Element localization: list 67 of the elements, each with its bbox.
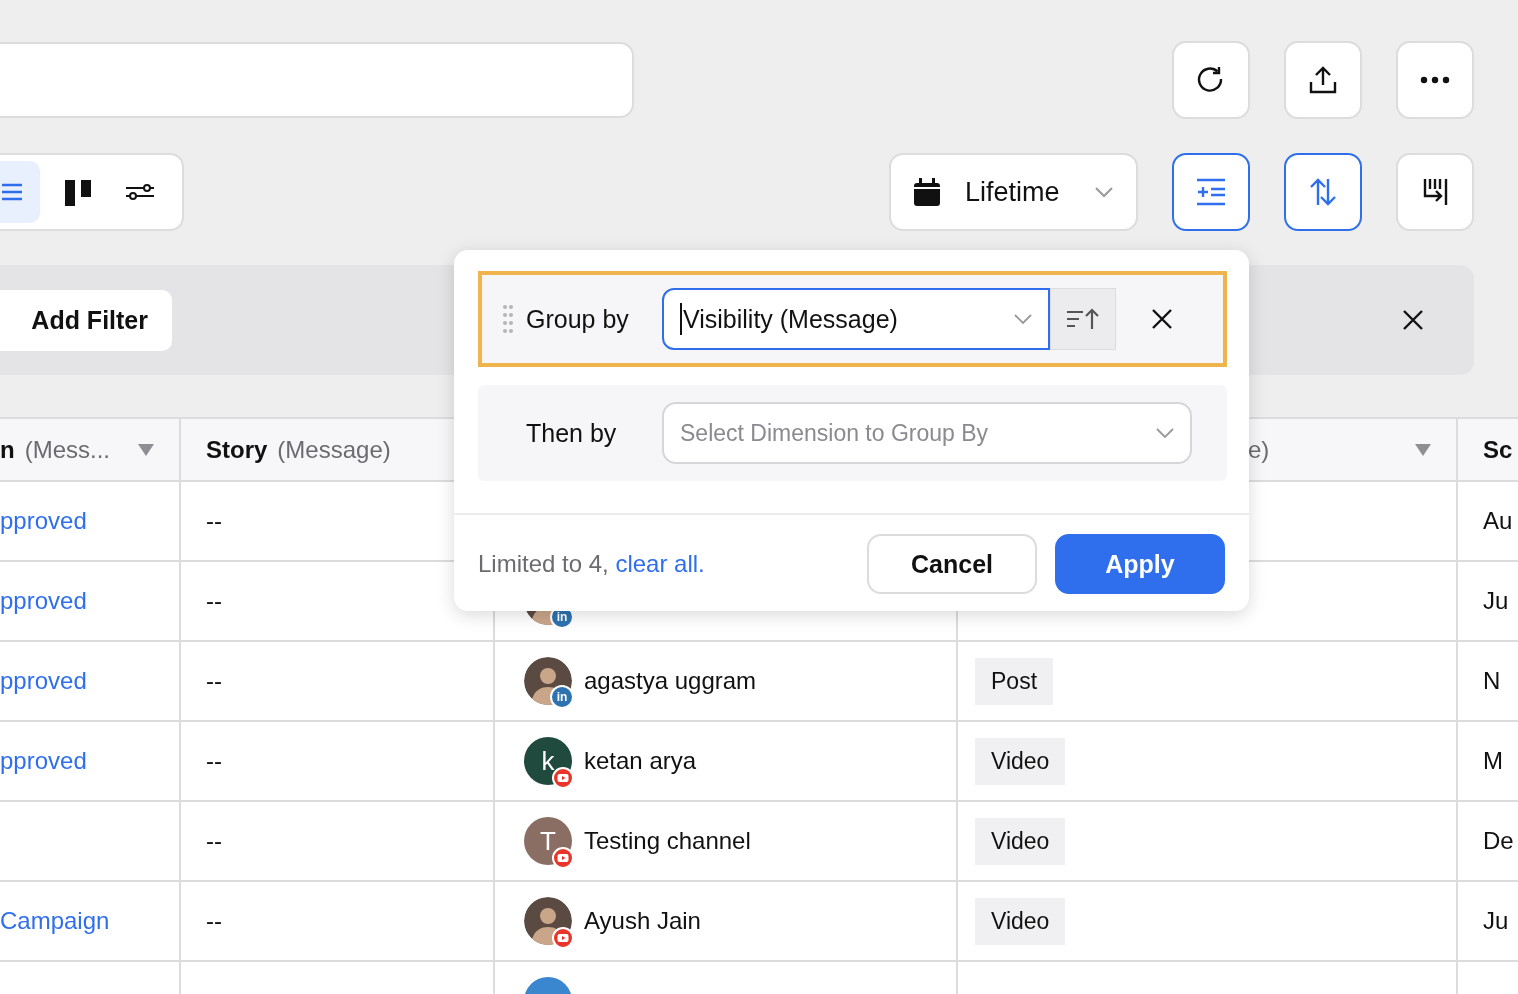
table-cell: M [1483, 747, 1503, 775]
status-link[interactable]: pproved [0, 667, 87, 695]
sort-arrows-icon [1309, 177, 1337, 207]
sort-order-button[interactable] [1050, 288, 1116, 350]
author-name: Ayush Jain [584, 907, 701, 935]
header-title: n [0, 435, 15, 464]
type-tag: Video [975, 737, 1066, 785]
table-cell: De [1483, 827, 1514, 855]
table-cell: -- [206, 747, 222, 775]
table-cell: -- [206, 667, 222, 695]
text-cursor [680, 303, 682, 335]
chevron-down-icon [1094, 186, 1114, 198]
sort-ascending-icon [1066, 308, 1100, 330]
apply-button[interactable]: Apply [1055, 534, 1225, 594]
refresh-button[interactable] [1172, 41, 1250, 119]
table-cell: Ju [1483, 907, 1509, 935]
table-cell: -- [206, 827, 222, 855]
clear-all-link[interactable]: clear all. [615, 550, 705, 577]
add-filter-button[interactable]: Add Filter [0, 289, 172, 351]
header-qualifier: e) [1248, 435, 1270, 464]
limit-note: Limited to 4, clear all. [478, 550, 705, 578]
close-icon [1402, 309, 1424, 331]
calendar-icon [913, 177, 941, 207]
status-link[interactable]: Campaign [0, 907, 110, 935]
author-name: agastya uggram [584, 667, 757, 695]
sort-button[interactable] [1284, 153, 1362, 231]
type-tag: Video [975, 817, 1066, 865]
play-badge-icon [552, 927, 574, 949]
author-name: Testing channel [584, 827, 751, 855]
columns-icon [1422, 177, 1448, 207]
type-tag: Post [975, 657, 1054, 705]
group-list-icon [1195, 178, 1227, 206]
table-cell: -- [206, 507, 222, 535]
status-link[interactable]: pproved [0, 587, 87, 615]
table-cell: -- [206, 907, 222, 935]
cancel-button[interactable]: Cancel [867, 534, 1037, 594]
group-button[interactable] [1172, 153, 1250, 231]
chevron-down-icon [1014, 314, 1032, 324]
row-label: Then by [526, 418, 618, 448]
row-label: Group by [526, 304, 630, 334]
status-link[interactable]: pproved [0, 507, 87, 535]
columns-button[interactable] [1396, 153, 1474, 231]
type-tag: Video [975, 897, 1066, 945]
date-range-dropdown[interactable]: Lifetime [889, 153, 1138, 231]
table-cell: Au [1483, 507, 1513, 535]
board-icon [64, 178, 92, 206]
upload-button[interactable] [1284, 41, 1362, 119]
author-name: ketan arya [584, 747, 697, 775]
search-field[interactable] [0, 42, 634, 118]
upload-icon [1308, 65, 1338, 95]
more-icon [1420, 76, 1450, 84]
network-badge: in [550, 685, 574, 709]
status-link[interactable]: pproved [0, 747, 87, 775]
table-cell: Ju [1483, 587, 1509, 615]
drag-handle-icon [502, 304, 514, 334]
close-icon [1151, 308, 1173, 330]
header-title: Story [206, 435, 268, 464]
then-by-select[interactable]: Select Dimension to Group By [662, 402, 1192, 464]
table-cell: N [1483, 667, 1501, 695]
header-qualifier: (Mess... [24, 435, 110, 464]
table-cell: -- [206, 587, 222, 615]
header-qualifier: (Message) [277, 435, 391, 464]
group-by-select[interactable]: Visibility (Message) [662, 288, 1050, 350]
dropdown-triangle-icon [1414, 442, 1432, 457]
dropdown-triangle-icon [137, 442, 155, 457]
header-title: Sc [1483, 435, 1513, 464]
chevron-down-icon [1156, 428, 1174, 438]
